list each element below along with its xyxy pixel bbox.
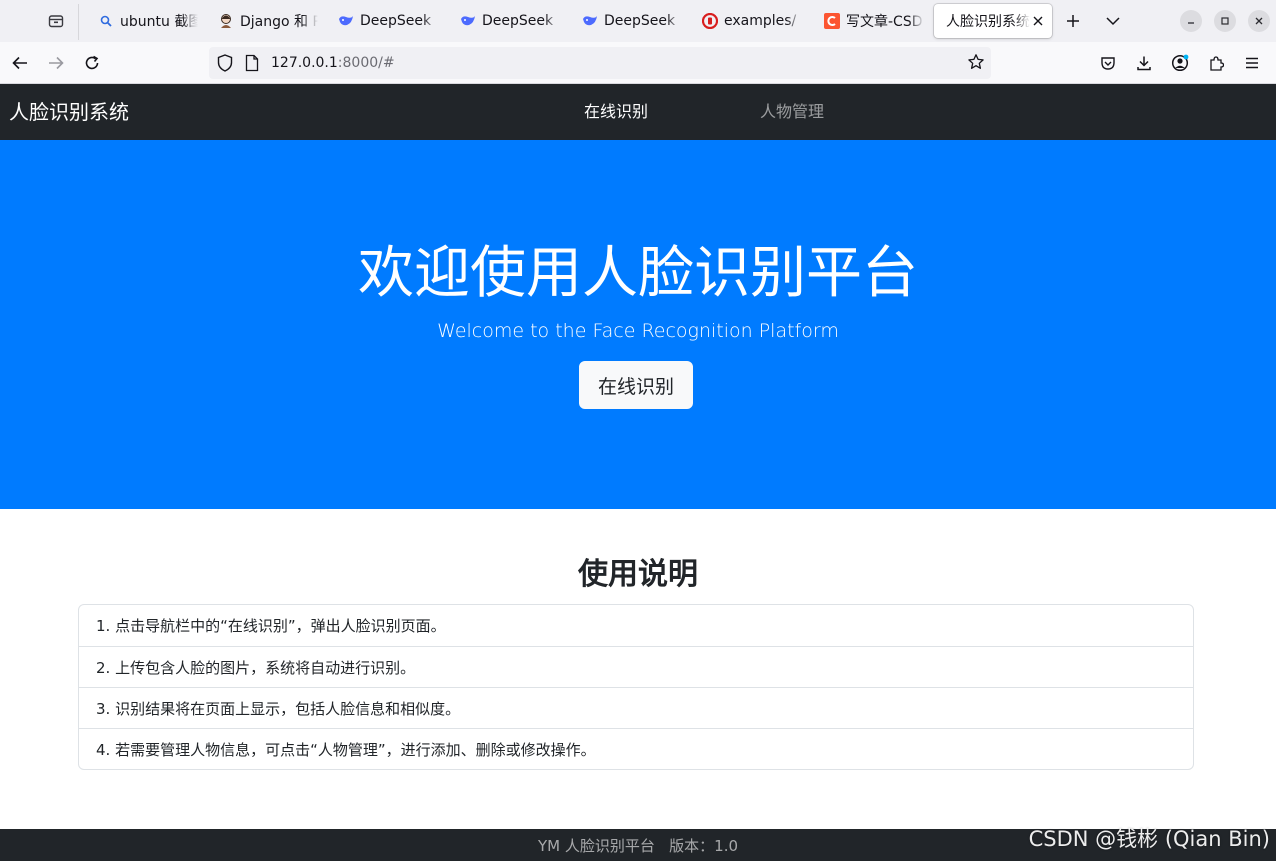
new-tab-button[interactable] bbox=[1058, 6, 1088, 36]
tracking-protection-shield-icon[interactable] bbox=[217, 54, 233, 76]
tab-strip-separator bbox=[78, 4, 79, 40]
search-icon bbox=[98, 13, 114, 29]
close-tab-icon[interactable] bbox=[1030, 13, 1046, 29]
chevron-down-icon bbox=[1106, 17, 1120, 26]
tab-title: DeepSeek bbox=[482, 13, 554, 29]
tab-title: Django 和 Python bbox=[240, 14, 318, 30]
tab-deepseek-2[interactable]: DeepSeek bbox=[444, 4, 560, 38]
account-icon bbox=[1171, 54, 1189, 72]
minimize-icon bbox=[1188, 22, 1194, 24]
list-item: 2. 上传包含人脸的图片，系统将自动进行识别。 bbox=[79, 646, 1193, 687]
maximize-icon bbox=[1221, 17, 1229, 25]
hero-title: 欢迎使用人脸识别平台 bbox=[358, 241, 918, 306]
tab-csdn[interactable]: 写文章-CSDN bbox=[808, 4, 924, 38]
tab-examples[interactable]: examples/ bbox=[686, 4, 802, 38]
tab-deepseek-1[interactable]: DeepSeek bbox=[322, 4, 438, 38]
address-bar[interactable]: 127.0.0.1:8000/# bbox=[209, 47, 991, 79]
tab-title: 写文章-CSDN bbox=[846, 14, 924, 30]
tab-title: DeepSeek bbox=[360, 13, 432, 29]
download-icon bbox=[1137, 56, 1151, 71]
tab-title: DeepSeek bbox=[604, 13, 676, 29]
deepseek-whale-icon bbox=[460, 13, 476, 29]
tab-title: examples/ bbox=[724, 13, 797, 29]
tab-django[interactable]: Django 和 Python bbox=[202, 4, 318, 38]
site-navbar: 人脸识别系统 在线识别 人物管理 bbox=[0, 84, 1276, 140]
tab-title: 人脸识别系统 bbox=[946, 14, 1030, 30]
url-host: 127.0.0.1 bbox=[271, 55, 338, 71]
bookmark-star-icon[interactable] bbox=[967, 53, 985, 75]
online-recognition-button[interactable]: 在线识别 bbox=[579, 361, 693, 409]
tab-deepseek-3[interactable]: DeepSeek bbox=[566, 4, 682, 38]
arrow-left-icon bbox=[12, 56, 27, 70]
nav-link-people-management[interactable]: 人物管理 bbox=[760, 102, 824, 122]
reload-button[interactable] bbox=[77, 48, 107, 78]
tab-ubuntu[interactable]: ubuntu 截图 bbox=[82, 4, 198, 38]
avatar-icon bbox=[218, 13, 234, 29]
forward-button[interactable] bbox=[41, 48, 71, 78]
nav-link-online-recognition[interactable]: 在线识别 bbox=[584, 102, 648, 122]
hero-subtitle: Welcome to the Face Recognition Platform bbox=[437, 320, 839, 342]
close-window-button[interactable] bbox=[1248, 10, 1270, 32]
minimize-window-button[interactable] bbox=[1180, 10, 1202, 32]
hero-banner: 欢迎使用人脸识别平台 Welcome to the Face Recogniti… bbox=[0, 140, 1276, 509]
tab-title: ubuntu 截图 bbox=[120, 14, 198, 30]
url-text[interactable]: 127.0.0.1:8000/# bbox=[271, 54, 395, 72]
close-icon bbox=[1255, 17, 1263, 25]
back-button[interactable] bbox=[5, 48, 35, 78]
arrow-right-icon bbox=[49, 56, 64, 70]
list-item: 3. 识别结果将在页面上显示，包括人脸信息和相似度。 bbox=[79, 687, 1193, 728]
url-path: :8000/# bbox=[337, 55, 395, 71]
list-item: 1. 点击导航栏中的“在线识别”，弹出人脸识别页面。 bbox=[96, 617, 446, 635]
account-button[interactable] bbox=[1165, 48, 1195, 78]
instructions-list: 1. 点击导航栏中的“在线识别”，弹出人脸识别页面。 2. 上传包含人脸的图片，… bbox=[78, 604, 1194, 770]
hamburger-menu-icon bbox=[1246, 57, 1258, 69]
maximize-window-button[interactable] bbox=[1214, 10, 1236, 32]
pocket-icon bbox=[1101, 57, 1115, 70]
extensions-button[interactable] bbox=[1201, 48, 1231, 78]
app-menu-button[interactable] bbox=[1237, 48, 1267, 78]
csdn-icon bbox=[824, 13, 840, 29]
downloads-button[interactable] bbox=[1129, 48, 1159, 78]
page-info-icon[interactable] bbox=[245, 54, 259, 76]
site-brand[interactable]: 人脸识别系统 bbox=[9, 99, 129, 125]
browser-tab-strip: ubuntu 截图 Django 和 Python DeepSeek DeepS… bbox=[0, 0, 1276, 42]
pocket-button[interactable] bbox=[1093, 48, 1123, 78]
puzzle-piece-icon bbox=[1210, 56, 1224, 71]
csdn-watermark: CSDN @钱彬 (Qian Bin) bbox=[1028, 827, 1270, 851]
browser-toolbar: 127.0.0.1:8000/# bbox=[0, 42, 1276, 84]
reload-icon bbox=[85, 55, 99, 70]
tab-face-recognition[interactable]: 人脸识别系统 bbox=[934, 4, 1052, 38]
plus-icon bbox=[1067, 15, 1079, 27]
firefox-view-button[interactable] bbox=[38, 5, 74, 37]
deepseek-whale-icon bbox=[338, 13, 354, 29]
deepseek-whale-icon bbox=[582, 13, 598, 29]
list-all-tabs-button[interactable] bbox=[1098, 6, 1128, 36]
instructions-title: 使用说明 bbox=[578, 557, 698, 592]
firefox-view-icon bbox=[48, 15, 64, 28]
red-circle-logo-icon bbox=[702, 13, 718, 29]
list-item: 4. 若需要管理人物信息，可点击“人物管理”，进行添加、删除或修改操作。 bbox=[79, 728, 1193, 769]
